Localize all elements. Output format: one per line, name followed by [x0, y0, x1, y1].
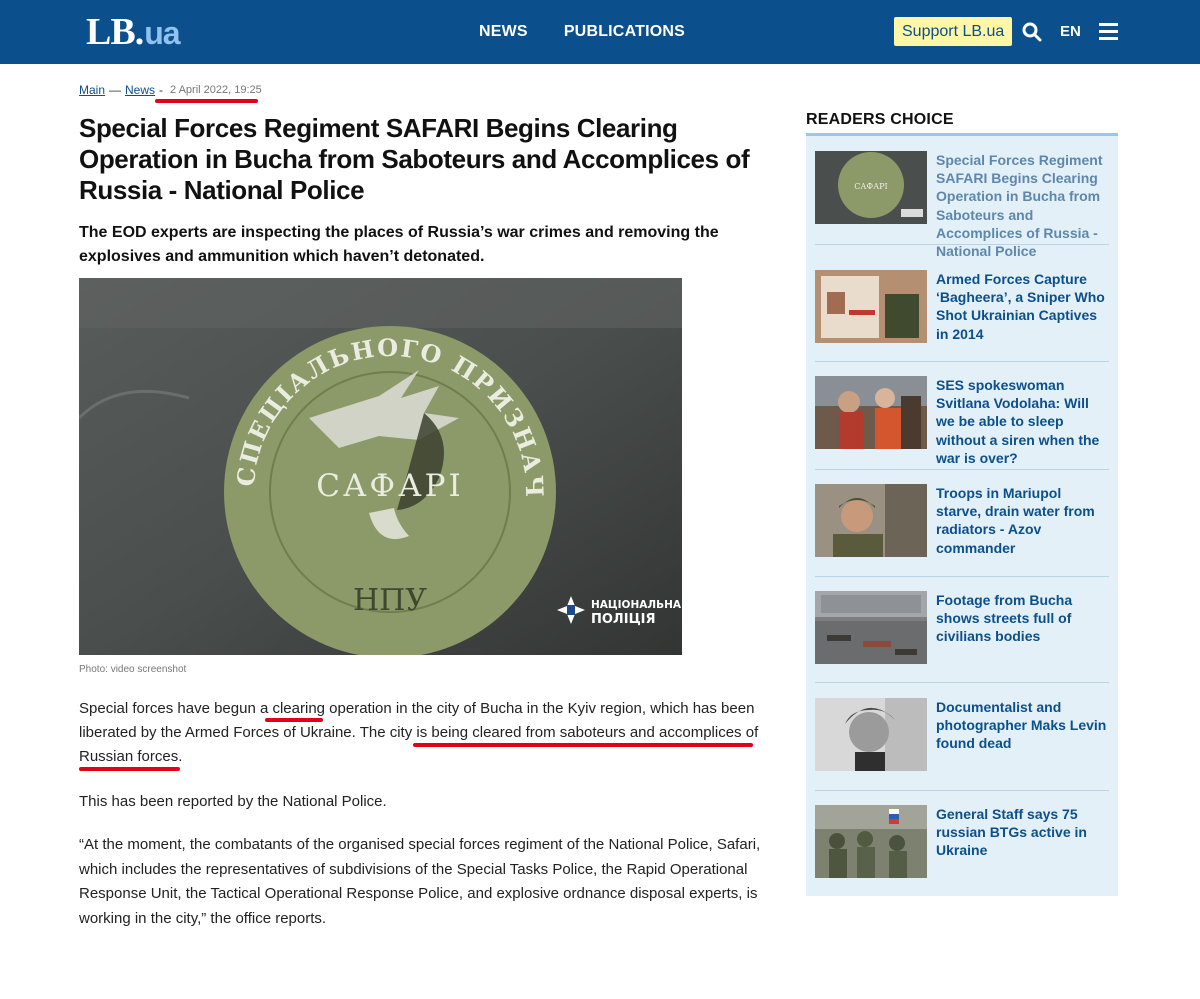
search-icon[interactable]: [1022, 22, 1042, 42]
police-watermark-line1: НАЦІОНАЛЬНА: [591, 599, 682, 611]
list-divider: [815, 361, 1109, 362]
logo-suffix: ua: [144, 15, 180, 51]
support-button[interactable]: Support LB.ua: [894, 17, 1013, 46]
readers-choice-item-title[interactable]: Documentalist and photographer Maks Levi…: [936, 698, 1109, 771]
emblem-bottom-text: НПУ: [353, 583, 427, 618]
readers-choice-item-title[interactable]: Footage from Bucha shows streets full of…: [936, 591, 1109, 664]
logo-dot: .: [134, 11, 145, 53]
list-divider: [815, 469, 1109, 470]
logo-text: LB: [86, 11, 136, 53]
list-divider: [815, 682, 1109, 683]
red-underline-russian-forces: [79, 767, 180, 771]
article-paragraph-3: “At the moment, the combatants of the or…: [79, 836, 761, 927]
breadcrumb-news-link[interactable]: News: [125, 83, 155, 97]
readers-choice-item[interactable]: Armed Forces Capture ‘Bagheera’, a Snipe…: [815, 270, 1109, 343]
breadcrumb-main-link[interactable]: Main: [79, 83, 105, 97]
site-logo[interactable]: LB. ua: [86, 10, 181, 54]
thumbnail-soldier: [815, 484, 927, 557]
readers-choice-item[interactable]: Documentalist and photographer Maks Levi…: [815, 698, 1109, 771]
thumbnail-passport: [815, 270, 927, 343]
readers-choice-item-title[interactable]: Armed Forces Capture ‘Bagheera’, a Snipe…: [936, 270, 1109, 343]
readers-choice-title: READERS CHOICE: [806, 111, 954, 128]
nav-publications[interactable]: PUBLICATIONS: [564, 23, 685, 41]
safari-emblem-image: ПОЛК СПЕЦІАЛЬНОГО ПРИЗНАЧЕННЯ САФАРІ НПУ…: [79, 278, 682, 655]
nav-news[interactable]: NEWS: [479, 23, 528, 41]
readers-choice-item[interactable]: Troops in Mariupol starve, drain water f…: [815, 484, 1109, 557]
readers-choice-item-title[interactable]: SES spokeswoman Svitlana Vodolaha: Will …: [936, 376, 1109, 467]
thumbnail-rescuers: [815, 376, 927, 449]
breadcrumb-separator: -: [159, 83, 164, 97]
list-divider: [815, 244, 1109, 245]
breadcrumb-separator: —: [109, 83, 122, 97]
readers-choice-item-title[interactable]: Troops in Mariupol starve, drain water f…: [936, 484, 1109, 557]
hamburger-menu-icon[interactable]: [1099, 23, 1118, 40]
thumbnail-troops: [815, 805, 927, 878]
svg-text:САФАРІ: САФАРІ: [854, 182, 887, 191]
article-title: Special Forces Regiment SAFARI Begins Cl…: [79, 113, 750, 205]
thumbnail-emblem: САФАРІ: [815, 151, 927, 224]
readers-choice-list: САФАРІ Special Forces Regiment SAFARI Be…: [806, 133, 1118, 896]
publish-date: 2 April 2022, 19:25: [170, 84, 262, 96]
breadcrumb: Main — News - 2 April 2022, 19:25: [79, 83, 262, 97]
red-underline-clearing: [265, 718, 323, 722]
list-divider: [815, 790, 1109, 791]
main-nav: NEWS PUBLICATIONS: [479, 0, 721, 64]
readers-choice-item[interactable]: General Staff says 75 russian BTGs activ…: [815, 805, 1109, 878]
readers-choice-item-title[interactable]: General Staff says 75 russian BTGs activ…: [936, 805, 1109, 878]
highlight-clearing: clearing: [272, 700, 325, 717]
list-divider: [815, 576, 1109, 577]
thumbnail-street: [815, 591, 927, 664]
red-underline-saboteurs: [413, 743, 753, 747]
top-navigation-bar: LB. ua NEWS PUBLICATIONS Support LB.ua EN: [0, 0, 1200, 64]
emblem-name: САФАРІ: [316, 468, 464, 504]
police-watermark-line2: ПОЛІЦІЯ: [591, 612, 655, 627]
readers-choice-item[interactable]: SES spokeswoman Svitlana Vodolaha: Will …: [815, 376, 1109, 467]
article-photo: ПОЛК СПЕЦІАЛЬНОГО ПРИЗНАЧЕННЯ САФАРІ НПУ…: [79, 278, 682, 655]
readers-choice-item[interactable]: Footage from Bucha shows streets full of…: [815, 591, 1109, 664]
red-underline-date: [155, 99, 258, 103]
article-paragraph-1: Special forces have begun a clearing ope…: [79, 700, 759, 765]
article-lead: The EOD experts are inspecting the place…: [79, 224, 719, 265]
thumbnail-portrait: [815, 698, 927, 771]
photo-caption: Photo: video screenshot: [79, 664, 187, 675]
article-paragraph-2: This has been reported by the National P…: [79, 793, 387, 810]
language-switch[interactable]: EN: [1060, 23, 1081, 40]
